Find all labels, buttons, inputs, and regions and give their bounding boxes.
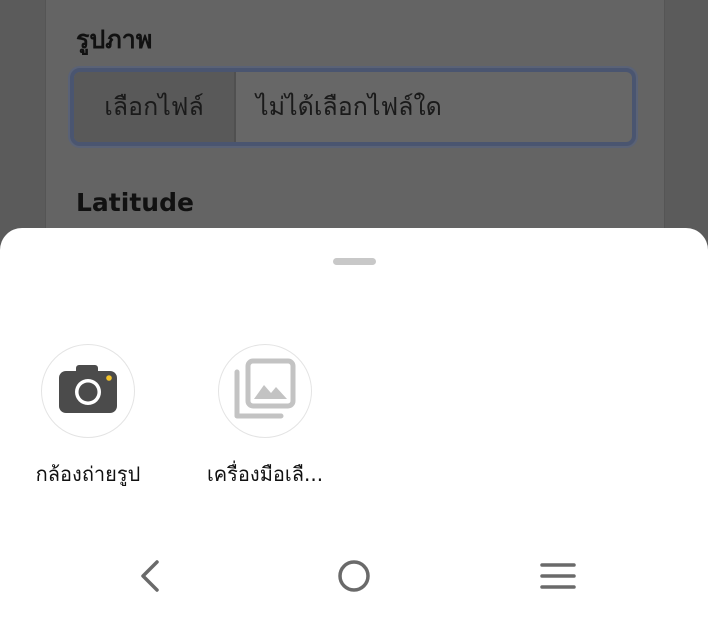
- latitude-field-label: Latitude: [76, 188, 194, 217]
- nav-menu-button[interactable]: [538, 558, 578, 598]
- file-status-text: ไม่ได้เลือกไฟล์ใด: [256, 92, 442, 121]
- camera-icon: [57, 363, 119, 419]
- menu-icon: [538, 556, 578, 600]
- back-icon: [130, 556, 170, 600]
- gallery-option[interactable]: เครื่องมือเลื...: [190, 344, 340, 490]
- camera-option-label: กล้องถ่ายรูป: [35, 462, 141, 486]
- gallery-icon-circle[interactable]: [218, 344, 312, 438]
- gallery-option-label: เครื่องมือเลื...: [206, 462, 324, 486]
- choose-file-button[interactable]: เลือกไฟล์: [74, 72, 236, 142]
- nav-back-button[interactable]: [130, 558, 170, 598]
- gallery-icon: [233, 358, 297, 424]
- nav-home-button[interactable]: [334, 558, 374, 598]
- image-field-label: รูปภาพ: [76, 25, 153, 54]
- file-input[interactable]: เลือกไฟล์ ไม่ได้เลือกไฟล์ใด: [70, 68, 636, 146]
- camera-icon-circle[interactable]: [41, 344, 135, 438]
- bottom-sheet: กล้องถ่ายรูป เครื่องมือเลื...: [0, 228, 708, 619]
- camera-option[interactable]: กล้องถ่ายรูป: [13, 344, 163, 490]
- sheet-drag-handle[interactable]: [333, 258, 376, 265]
- home-icon: [334, 556, 374, 600]
